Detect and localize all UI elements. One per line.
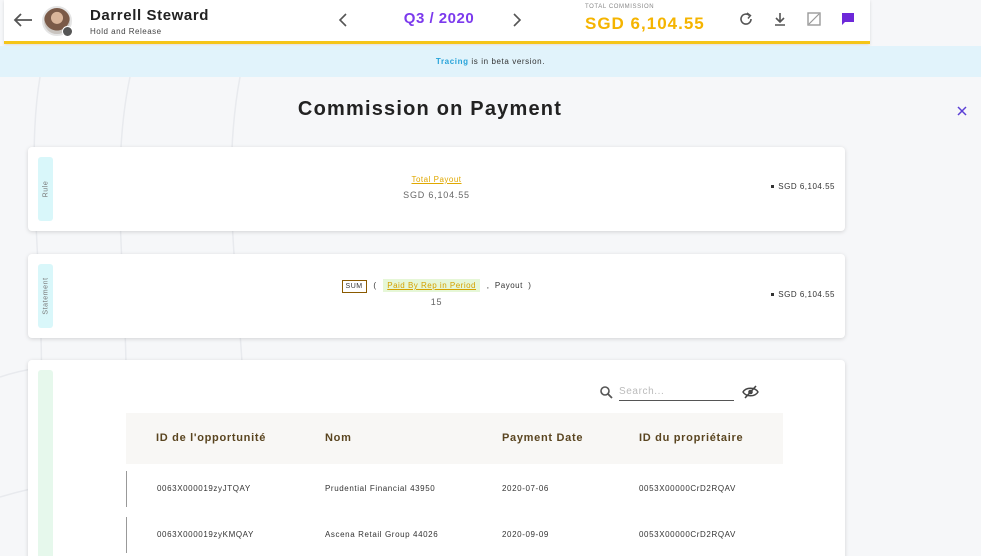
avatar-badge-icon <box>62 26 73 37</box>
statement-card: Statement SUM ( Paid By Rep in Period , … <box>28 254 845 338</box>
close-icon[interactable] <box>955 104 969 118</box>
statement-right-value: SGD 6,104.55 <box>771 290 835 299</box>
table-row[interactable]: 0063X000019zyKMQAY Ascena Retail Group 4… <box>126 517 783 553</box>
statement-tag: Statement <box>38 264 53 328</box>
beta-text: is in beta version. <box>468 57 546 66</box>
top-header: Darrell Steward Hold and Release Q3 / 20… <box>4 0 870 44</box>
table-cell: 0063X000019zyJTQAY <box>157 484 251 493</box>
chevron-right-icon[interactable] <box>508 12 524 28</box>
user-name: Darrell Steward <box>90 7 210 24</box>
rule-value: SGD 6,104.55 <box>403 190 470 200</box>
formula: SUM ( Paid By Rep in Period , Payout ) <box>28 279 845 293</box>
search-input[interactable] <box>619 382 734 401</box>
user-subtitle: Hold and Release <box>90 27 162 36</box>
page-title: Commission on Payment <box>297 98 563 120</box>
refresh-icon[interactable] <box>738 11 754 27</box>
payout-field: Payout <box>494 281 523 290</box>
open-paren: ( <box>373 281 377 290</box>
statement-value: 15 <box>430 297 443 307</box>
period-label: Q3 / 2020 <box>403 10 475 27</box>
data-table-card: ID de l'opportunité Nom Payment Date ID … <box>28 360 845 556</box>
column-header[interactable]: Payment Date <box>502 413 583 464</box>
eye-off-icon[interactable] <box>742 384 759 400</box>
table-cell: 2020-07-06 <box>502 484 549 493</box>
total-commission-label: TOTAL COMMISSION <box>585 4 655 10</box>
table-side-tag <box>38 370 53 556</box>
sum-badge: SUM <box>341 280 367 293</box>
paid-by-rep-link[interactable]: Paid By Rep in Period <box>383 279 480 292</box>
total-commission-value: SGD 6,104.55 <box>585 14 705 33</box>
table-cell: 0053X00000CrD2RQAV <box>639 530 736 539</box>
rule-right-value: SGD 6,104.55 <box>771 182 835 191</box>
close-paren: ) <box>528 281 532 290</box>
column-header[interactable]: ID du propriétaire <box>639 413 743 464</box>
beta-banner: Tracing is in beta version. <box>0 46 981 77</box>
table-cell: 0063X000019zyKMQAY <box>157 530 254 539</box>
chat-icon[interactable] <box>840 11 856 27</box>
table-header: ID de l'opportunité Nom Payment Date ID … <box>126 413 783 464</box>
back-arrow-icon[interactable] <box>12 10 34 30</box>
image-icon[interactable] <box>806 11 822 27</box>
table-cell: Ascena Retail Group 44026 <box>325 530 439 539</box>
table-cell: 0053X00000CrD2RQAV <box>639 484 736 493</box>
column-header[interactable]: Nom <box>325 413 352 464</box>
rule-tag: Rule <box>38 157 53 221</box>
total-payout-link[interactable]: Total Payout <box>28 175 845 184</box>
tracing-link[interactable]: Tracing <box>436 57 469 66</box>
table-cell: Prudential Financial 43950 <box>325 484 436 493</box>
search-icon <box>600 386 613 399</box>
table-row[interactable]: 0063X000019zyJTQAY Prudential Financial … <box>126 471 783 507</box>
comma: , <box>486 281 490 290</box>
rule-card: Rule Total Payout SGD 6,104.55 SGD 6,104… <box>28 147 845 231</box>
table-cell: 2020-09-09 <box>502 530 549 539</box>
download-icon[interactable] <box>772 11 788 27</box>
chevron-left-icon[interactable] <box>336 12 352 28</box>
column-header[interactable]: ID de l'opportunité <box>156 413 266 464</box>
